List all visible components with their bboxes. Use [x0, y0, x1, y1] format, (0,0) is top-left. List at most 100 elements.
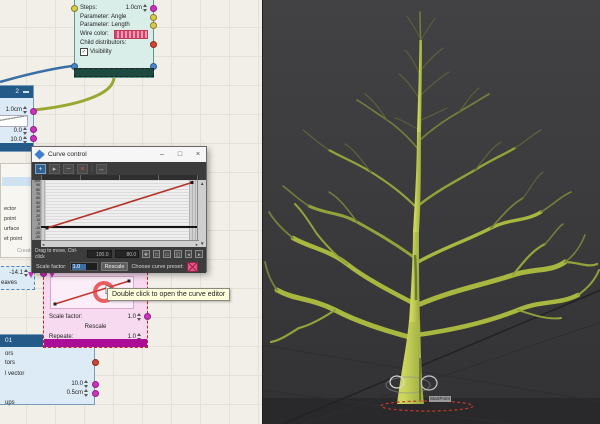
scale-node-footer	[44, 339, 147, 347]
spinner-icon[interactable]	[23, 106, 28, 114]
pan-tool-icon[interactable]: ↔	[96, 164, 107, 174]
distributor-row-6: ups	[5, 399, 15, 407]
frame-all-icon[interactable]: □	[153, 250, 161, 258]
output-port-magenta[interactable]	[144, 313, 151, 320]
spinner-icon[interactable]	[84, 380, 89, 388]
distributor-value-2[interactable]: 0.5cm	[67, 389, 83, 397]
ruler-tick: -30	[32, 236, 41, 240]
leaves-value[interactable]: -14.1	[9, 269, 23, 277]
move-tool-icon[interactable]: +	[35, 164, 46, 174]
output-port-magenta[interactable]	[30, 126, 37, 133]
wire-color-label: Wire color:	[80, 30, 109, 38]
viewport-3d[interactable]: StartPoint	[262, 0, 600, 424]
node-editor-canvas[interactable]: Steps: 1.0cm Parameter: Angle Parameter:…	[0, 0, 262, 424]
collapse-icon[interactable]	[23, 91, 29, 93]
param-length-label: Parameter: Length	[80, 21, 130, 29]
input-port-red[interactable]	[92, 359, 99, 366]
wire-color-swatch[interactable]	[114, 30, 148, 39]
menu-item-point[interactable]: point	[4, 215, 16, 224]
delete-point-icon[interactable]: ×	[77, 164, 88, 174]
toolbar-separator: |	[91, 165, 93, 172]
select-tool-icon[interactable]: ▸	[49, 164, 60, 174]
output-port-magenta[interactable]	[30, 108, 37, 115]
dialog-status-bar: Drag to move, Ctrl-click 100.0 80.0 ✥ □ …	[32, 247, 206, 260]
frame-horizontal-icon[interactable]: ▭	[163, 250, 171, 258]
distributor-row-1: ors	[5, 350, 13, 358]
output-port-magenta[interactable]	[150, 5, 157, 12]
preset-label: Choose curve preset:	[131, 264, 183, 270]
steps-value[interactable]: 1.0cm	[126, 4, 142, 12]
curve-endpoint[interactable]	[191, 181, 194, 184]
curve-line[interactable]	[47, 183, 192, 229]
scale-node[interactable]: Scale factor: 1.0 Rescale Repeate: 1.0	[43, 272, 148, 348]
tree-trunk	[397, 40, 424, 404]
input-port-yellow[interactable]	[71, 5, 78, 12]
output-port-magenta[interactable]	[92, 381, 99, 388]
scale-factor-input[interactable]: 1.0	[70, 262, 98, 271]
curve-plot-area[interactable]	[41, 180, 199, 240]
visibility-checkbox[interactable]	[80, 48, 88, 56]
distributor-node-title: 01	[5, 335, 12, 347]
modifier-value-1[interactable]: 1.0cm	[6, 106, 22, 114]
vertical-scrollbar[interactable]: ▲ ▼	[197, 180, 206, 247]
curve-endpoint[interactable]	[46, 227, 49, 230]
leaves-node[interactable]: -14.1 eaves	[0, 266, 35, 290]
output-port-yellow[interactable]	[150, 22, 157, 29]
modifier-node-header[interactable]: 2	[0, 86, 33, 98]
y-value-field[interactable]: 80.0	[115, 250, 140, 258]
output-port-red[interactable]	[150, 41, 157, 48]
zoom-extents-icon[interactable]: ◱	[174, 250, 182, 258]
spinner-icon[interactable]	[137, 313, 142, 321]
path-node[interactable]: Steps: 1.0cm Parameter: Angle Parameter:…	[74, 0, 154, 78]
growfx-app-window: { "colors": { "editor_bg": "#f2efe8", "t…	[0, 0, 600, 424]
modifier-node[interactable]: 2 1.0cm 0.0 10.0	[0, 85, 34, 152]
steps-label: Steps:	[80, 4, 97, 12]
horizontal-scrollbar[interactable]: ◂ ▸	[41, 240, 199, 247]
child-distributors-label: Child distributors:	[80, 39, 126, 47]
dialog-footer-bar: Scale factor: 1.0 Rescale Choose curve p…	[32, 260, 206, 273]
maximize-button[interactable]: □	[172, 147, 188, 162]
scroll-up-icon[interactable]: ▲	[200, 180, 204, 187]
scroll-down-icon[interactable]: ▼	[200, 240, 204, 247]
close-button[interactable]: ×	[190, 147, 206, 162]
rescale-button[interactable]: Rescale	[85, 323, 107, 331]
distributor-value-1[interactable]: 10.0	[71, 380, 83, 388]
modifier-value-2[interactable]: 0.0	[14, 127, 22, 135]
spinner-icon[interactable]	[23, 127, 28, 135]
param-angle-label: Parameter: Angle	[80, 13, 126, 21]
scale-factor-label: Scale factor:	[36, 264, 67, 270]
curve-tool-icon[interactable]: ~	[63, 164, 74, 174]
path-node-footer[interactable]	[74, 68, 154, 77]
distributor-row-3: l vector	[5, 370, 24, 378]
dialog-title-bar[interactable]: Curve control – □ ×	[32, 147, 206, 162]
viewport-scene	[263, 0, 600, 424]
rescale-button[interactable]: Rescale	[101, 262, 129, 271]
curve-editor-tooltip: Double click to open the curve editor	[107, 288, 230, 301]
hand-tool-icon[interactable]: ✥	[142, 250, 150, 258]
spinner-icon[interactable]	[143, 4, 148, 12]
object-name-label: StartPoint	[429, 396, 451, 402]
leaves-label: eaves	[1, 279, 17, 287]
curve-control-dialog[interactable]: Curve control – □ × + ▸ ~ × | ↔ 100 90 8…	[31, 146, 207, 272]
dialog-toolbar: + ▸ ~ × | ↔	[32, 162, 206, 175]
spinner-icon[interactable]	[84, 389, 89, 397]
curve-preset-swatch[interactable]	[187, 262, 198, 272]
pan-right-icon[interactable]: ▸	[195, 250, 203, 258]
menu-item-surface[interactable]: urface	[4, 225, 19, 234]
x-value-field[interactable]: 100.0	[87, 250, 112, 258]
output-port-magenta[interactable]	[92, 390, 99, 397]
menu-item-set-point[interactable]: et point	[4, 235, 22, 244]
mini-curve-preview[interactable]	[0, 115, 28, 127]
minimize-button[interactable]: –	[154, 147, 170, 162]
scale-factor-value[interactable]: 1.0	[128, 313, 136, 321]
output-port-yellow[interactable]	[150, 14, 157, 21]
modifier-node-footer	[0, 143, 33, 151]
wire-blue	[0, 66, 72, 82]
menu-item-vector[interactable]: ector	[4, 205, 16, 214]
curve-endpoint[interactable]	[54, 303, 57, 306]
output-port-magenta[interactable]	[30, 135, 37, 142]
tree-model	[265, 12, 599, 342]
curve-dialog-icon	[35, 150, 45, 160]
pan-left-icon[interactable]: ◂	[185, 250, 193, 258]
curve-endpoint[interactable]	[128, 280, 131, 283]
